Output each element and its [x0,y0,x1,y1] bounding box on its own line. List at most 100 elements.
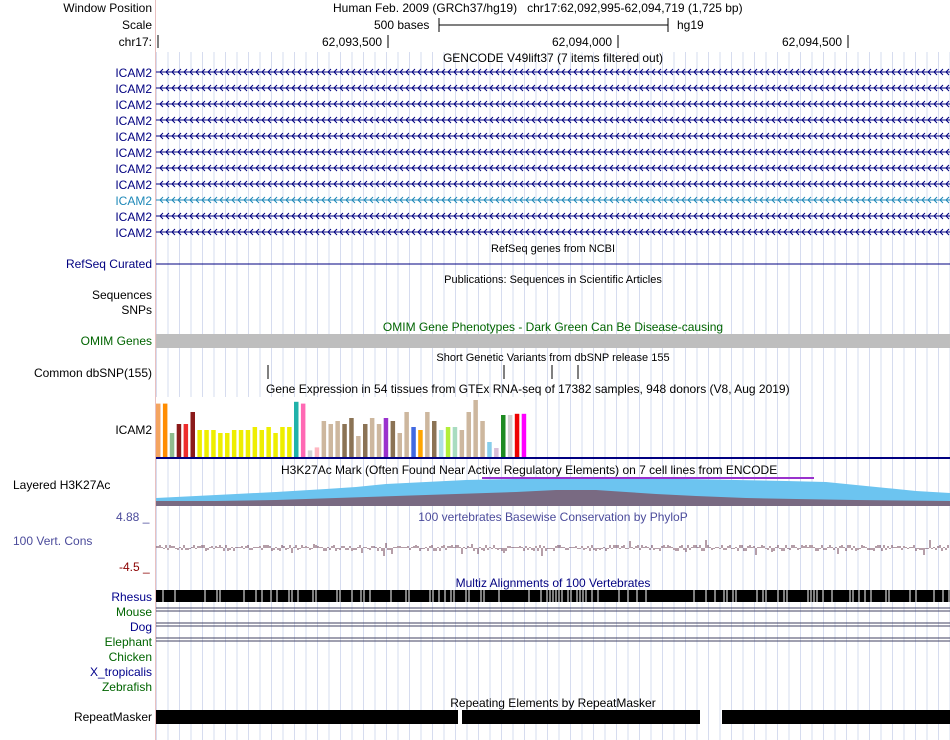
gtex-tissue-bar [280,427,285,457]
chrom-label: chr17: [118,35,152,49]
gtex-tissue-bar [190,412,195,457]
gtex-tissue-bar [459,430,465,457]
multiz-species-label[interactable]: Mouse [0,605,152,619]
gtex-tissue-bar [507,415,513,457]
publications-snps-label[interactable]: SNPs [0,303,152,317]
multiz-species-label[interactable]: Rhesus [0,590,152,604]
multiz-species-label[interactable]: Chicken [0,650,152,664]
gtex-tissue-bar [473,400,478,457]
dbsnp-track-label[interactable]: Common dbSNP(155) [0,366,152,380]
gencode-item-label[interactable]: ICAM2 [0,82,152,96]
gtex-tissue-bar [452,427,458,457]
gtex-tissue-bar [487,442,492,457]
gtex-tissue-bar [383,418,389,457]
ruler-tick-3: 62,094,500 [782,35,843,49]
gtex-tissue-bar [238,430,244,457]
gtex-tissue-bar [225,433,230,457]
gtex-tissue-bar [169,433,175,457]
gtex-tissue-bar [273,433,278,457]
publications-sequences-label[interactable]: Sequences [0,288,152,302]
gtex-tissue-bar [259,430,264,457]
assembly-label: hg19 [677,18,704,32]
gtex-tissue-bar [287,427,292,457]
gtex-tissue-bar [294,401,299,457]
gtex-tissue-bar [197,430,202,457]
gencode-item-label[interactable]: ICAM2 [0,114,152,128]
gtex-tissue-bar [466,412,471,457]
omim-track-label[interactable]: OMIM Genes [0,334,152,348]
gtex-tissue-bar [445,427,451,457]
gtex-tissue-bar [376,424,382,457]
phylop-conservation-wiggle[interactable] [155,538,950,558]
gencode-item-label[interactable]: ICAM2 [0,146,152,160]
multiz-track-title: Multiz Alignments of 100 Vertebrates [455,576,651,590]
window-position-value: Human Feb. 2009 (GRCh37/hg19) chr17:62,0… [333,1,743,15]
gtex-tissue-bar [321,421,327,457]
multiz-species-label[interactable]: Dog [0,620,152,634]
phylop-min-label: -4.5 _ [119,560,150,574]
gtex-tissue-bar [369,418,375,457]
gtex-tissue-bar [218,433,223,457]
omim-gene-block[interactable] [156,334,950,348]
gtex-tissue-bar [425,412,430,457]
gtex-tissue-bar [501,415,506,457]
gtex-tissue-bar [300,403,306,457]
gtex-tissue-bar [404,412,409,457]
multiz-species-label[interactable]: X_tropicalis [0,665,152,679]
gtex-tissue-bar [432,421,437,457]
gtex-tissue-bar [162,403,168,457]
gencode-item-label[interactable]: ICAM2 [0,194,152,208]
gtex-tissue-bar [314,447,320,457]
gencode-item-label[interactable]: ICAM2 [0,66,152,80]
gtex-tissue-bar [252,427,258,457]
h3k27ac-track-label[interactable]: Layered H3K27Ac [13,478,153,492]
refseq-track-label[interactable]: RefSeq Curated [0,257,152,271]
phylop-wiggle-marks [155,540,949,556]
gtex-tissue-bar [231,430,237,457]
gtex-tissue-bar [342,424,347,457]
multiz-species-label[interactable]: Zebrafish [0,680,152,694]
gtex-tissue-bar [266,427,271,457]
gencode-item-label[interactable]: ICAM2 [0,98,152,112]
gencode-item-label[interactable]: ICAM2 [0,162,152,176]
gtex-tissue-bar [514,413,520,457]
gencode-item-label[interactable]: ICAM2 [0,130,152,144]
gtex-tissue-bar [176,424,182,457]
ruler-tick-2: 62,094,000 [552,35,613,49]
gtex-expression-bars[interactable] [156,397,950,459]
gtex-tissue-bar [363,424,368,457]
h3k27ac-track-title: H3K27Ac Mark (Often Found Near Active Re… [281,463,778,477]
gtex-tissue-bar [397,433,402,457]
gtex-tissue-bar [307,450,313,457]
phylop-track-title: 100 vertebrates Basewise Conservation by… [418,510,688,524]
gtex-tissue-bar [156,403,161,457]
gtex-tissue-bar [204,430,209,457]
gtex-track-label[interactable]: ICAM2 [0,423,152,437]
repeatmasker-track-label[interactable]: RepeatMasker [0,710,152,724]
scale-bar [438,18,669,32]
genome-browser-image[interactable]: Window Position Human Feb. 2009 (GRCh37/… [0,0,950,740]
ruler-tick-1: 62,093,500 [322,35,383,49]
gencode-track-title: GENCODE V49lift37 (7 items filtered out) [442,51,664,65]
gtex-tissue-bar [438,430,444,457]
multiz-alignments[interactable] [156,589,950,699]
multiz-species-label[interactable]: Elephant [0,635,152,649]
gtex-tissue-bar [356,436,361,457]
gencode-item-label[interactable]: ICAM2 [0,178,152,192]
gencode-item-label[interactable]: ICAM2 [0,226,152,240]
gtex-track-title: Gene Expression in 54 tissues from GTEx … [266,382,790,396]
gencode-transcripts[interactable] [156,64,950,240]
gtex-tissue-bar [494,448,499,457]
window-position-label: Window Position [63,1,152,15]
refseq-gene-line[interactable] [156,257,950,271]
repeatmasker-elements[interactable] [156,709,950,725]
scale-value: 500 bases [374,18,430,32]
gencode-item-label[interactable]: ICAM2 [0,210,152,224]
dbsnp-track-title: Short Genetic Variants from dbSNP releas… [436,352,670,364]
refseq-track-title: RefSeq genes from NCBI [490,243,616,255]
phylop-track-label[interactable]: 100 Vert. Cons [13,534,153,548]
gtex-tissue-bar [390,421,396,457]
label-column-border [155,0,156,740]
dbsnp-variants[interactable] [156,364,950,380]
h3k27ac-signal[interactable] [156,476,950,508]
